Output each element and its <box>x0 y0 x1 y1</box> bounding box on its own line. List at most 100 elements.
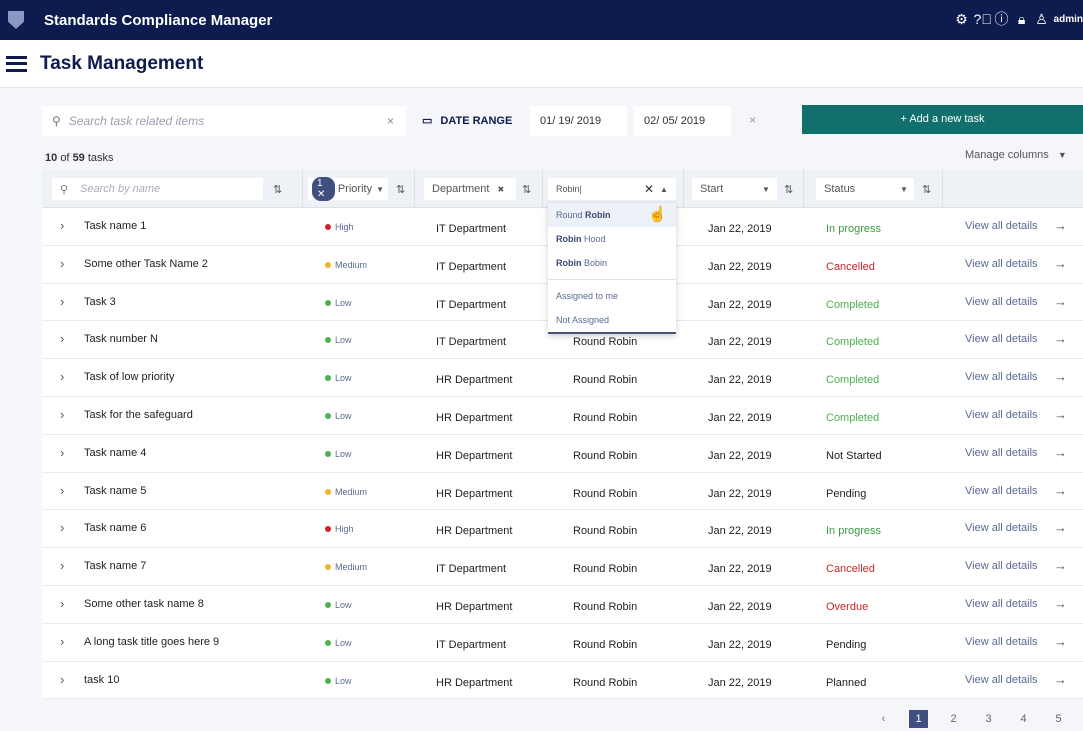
clear-icon[interactable]: ✕ <box>644 182 654 196</box>
view-details-link[interactable]: View all details <box>965 220 1038 232</box>
manage-columns-button[interactable]: Manage columns ▼ <box>965 149 1067 161</box>
priority-text: Low <box>335 675 352 686</box>
caret-down-icon: ▼ <box>1057 150 1067 160</box>
expand-chevron-icon[interactable]: › <box>60 672 64 687</box>
status-cell: Pending <box>826 638 867 651</box>
arrow-right-icon[interactable]: → <box>1054 369 1067 384</box>
search-input[interactable]: ⚲ Search task related items × <box>42 106 406 136</box>
table-row[interactable]: › A long task title goes here 9 Low IT D… <box>42 624 1083 662</box>
sort-icon[interactable]: ⇅ <box>273 183 282 196</box>
arrow-right-icon[interactable]: → <box>1054 483 1067 498</box>
status-filter[interactable]: Status ▼ <box>816 178 914 200</box>
view-details-link[interactable]: View all details <box>965 485 1038 497</box>
table-row[interactable]: › task 10 Low HR Department Round Robin … <box>42 662 1083 700</box>
page-2[interactable]: 2 <box>936 713 971 725</box>
arrow-right-icon[interactable]: → <box>1054 558 1067 573</box>
view-details-link[interactable]: View all details <box>965 333 1038 345</box>
table-row[interactable]: › Task name 5 Medium HR Department Round… <box>42 473 1083 511</box>
view-details-link[interactable]: View all details <box>965 636 1038 648</box>
caret-down-icon: ▼ <box>376 184 384 194</box>
option-not-assigned[interactable]: Not Assigned <box>548 308 676 332</box>
table-row[interactable]: › Task for the safeguard Low HR Departme… <box>42 397 1083 435</box>
date-from-input[interactable]: 01/ 19/ 2019 <box>530 106 627 136</box>
assignee-filter-input[interactable]: Robin| ✕ ▲ <box>548 178 676 200</box>
user-name[interactable]: admin <box>1054 14 1083 25</box>
arrow-right-icon[interactable]: → <box>1054 634 1067 649</box>
view-details-link[interactable]: View all details <box>965 522 1038 534</box>
table-row[interactable]: › Task name 6 High HR Department Round R… <box>42 510 1083 549</box>
arrow-right-icon[interactable]: → <box>1054 596 1067 611</box>
expand-chevron-icon[interactable]: › <box>60 558 64 573</box>
add-task-button[interactable]: + Add a new task <box>802 105 1083 134</box>
sort-icon[interactable]: ⇅ <box>922 183 931 196</box>
arrow-right-icon[interactable]: → <box>1054 407 1067 422</box>
prev-page-button[interactable]: ‹ <box>866 713 901 725</box>
expand-chevron-icon[interactable]: › <box>60 369 64 384</box>
start-filter[interactable]: Start ▼ <box>692 178 777 200</box>
priority-filter[interactable]: 1 ✕ Priority ▼ <box>308 177 388 201</box>
view-details-link[interactable]: View all details <box>965 371 1038 383</box>
clear-filter-icon: ✖ <box>497 184 505 194</box>
expand-chevron-icon[interactable]: › <box>60 294 64 309</box>
sort-icon[interactable]: ⇅ <box>784 183 793 196</box>
arrow-right-icon[interactable]: → <box>1054 520 1067 535</box>
filter-count-badge[interactable]: 1 ✕ <box>312 177 335 201</box>
expand-chevron-icon[interactable]: › <box>60 634 64 649</box>
view-details-link[interactable]: View all details <box>965 258 1038 270</box>
lock-icon[interactable]: 🔒︎ <box>1014 11 1030 28</box>
expand-chevron-icon[interactable]: › <box>60 445 64 460</box>
clear-search-icon[interactable]: × <box>387 114 394 128</box>
expand-chevron-icon[interactable]: › <box>60 596 64 611</box>
view-details-link[interactable]: View all details <box>965 674 1038 686</box>
sort-icon[interactable]: ⇅ <box>396 183 405 196</box>
assignee-cell: Round Robin <box>573 336 638 349</box>
user-icon[interactable]: ♙ <box>1034 11 1050 28</box>
priority-text: Low <box>335 448 352 459</box>
department-filter[interactable]: Department ✖ <box>424 178 516 200</box>
table-row[interactable]: › Task of low priority Low HR Department… <box>42 359 1083 397</box>
view-details-link[interactable]: View all details <box>965 447 1038 459</box>
table-row[interactable]: › Task name 7 Medium IT Department Round… <box>42 548 1083 586</box>
table-row[interactable]: › Some other task name 8 Low HR Departme… <box>42 586 1083 624</box>
assignee-option[interactable]: Robin Bobin <box>548 251 676 275</box>
priority-dot <box>325 526 331 533</box>
expand-chevron-icon[interactable]: › <box>60 331 64 346</box>
search-placeholder: Search task related items <box>68 114 205 128</box>
menu-icon[interactable] <box>6 55 27 72</box>
arrow-right-icon[interactable]: → <box>1054 331 1067 346</box>
expand-chevron-icon[interactable]: › <box>60 218 64 233</box>
help-icon[interactable]: ?⃝ <box>974 11 992 27</box>
arrow-right-icon[interactable]: → <box>1054 218 1067 233</box>
sort-icon[interactable]: ⇅ <box>522 183 531 196</box>
expand-chevron-icon[interactable]: › <box>60 407 64 422</box>
gear-icon[interactable]: ⚙ <box>954 11 970 28</box>
expand-chevron-icon[interactable]: › <box>60 483 64 498</box>
view-details-link[interactable]: View all details <box>965 560 1038 572</box>
expand-chevron-icon[interactable]: › <box>60 520 64 535</box>
page-3[interactable]: 3 <box>971 713 1006 725</box>
view-details-link[interactable]: View all details <box>965 296 1038 308</box>
arrow-right-icon[interactable]: → <box>1054 256 1067 271</box>
view-details-link[interactable]: View all details <box>965 598 1038 610</box>
page-current[interactable]: 1 <box>909 710 928 728</box>
assignee-option[interactable]: Robin Hood <box>548 227 676 251</box>
view-details-link[interactable]: View all details <box>965 409 1038 421</box>
option-assigned-to-me[interactable]: Assigned to me <box>548 284 676 308</box>
arrow-right-icon[interactable]: → <box>1054 672 1067 687</box>
expand-chevron-icon[interactable]: › <box>60 256 64 271</box>
caret-up-icon[interactable]: ▲ <box>660 185 668 194</box>
start-cell: Jan 22, 2019 <box>708 487 772 500</box>
priority-cell: Medium <box>325 487 367 497</box>
table-row[interactable]: › Task name 4 Low HR Department Round Ro… <box>42 435 1083 473</box>
clear-dates-icon[interactable]: × <box>749 113 756 127</box>
department-cell: IT Department <box>436 336 507 349</box>
page-5[interactable]: 5 <box>1041 713 1076 725</box>
next-page-button[interactable]: › <box>1076 713 1083 725</box>
arrow-right-icon[interactable]: → <box>1054 445 1067 460</box>
arrow-right-icon[interactable]: → <box>1054 294 1067 309</box>
name-filter-input[interactable]: ⚲ Search by name <box>52 178 263 200</box>
date-to-input[interactable]: 02/ 05/ 2019 <box>634 106 731 136</box>
priority-text: Low <box>335 373 352 384</box>
page-4[interactable]: 4 <box>1006 713 1041 725</box>
info-icon[interactable]: ⓘ <box>994 9 1010 29</box>
